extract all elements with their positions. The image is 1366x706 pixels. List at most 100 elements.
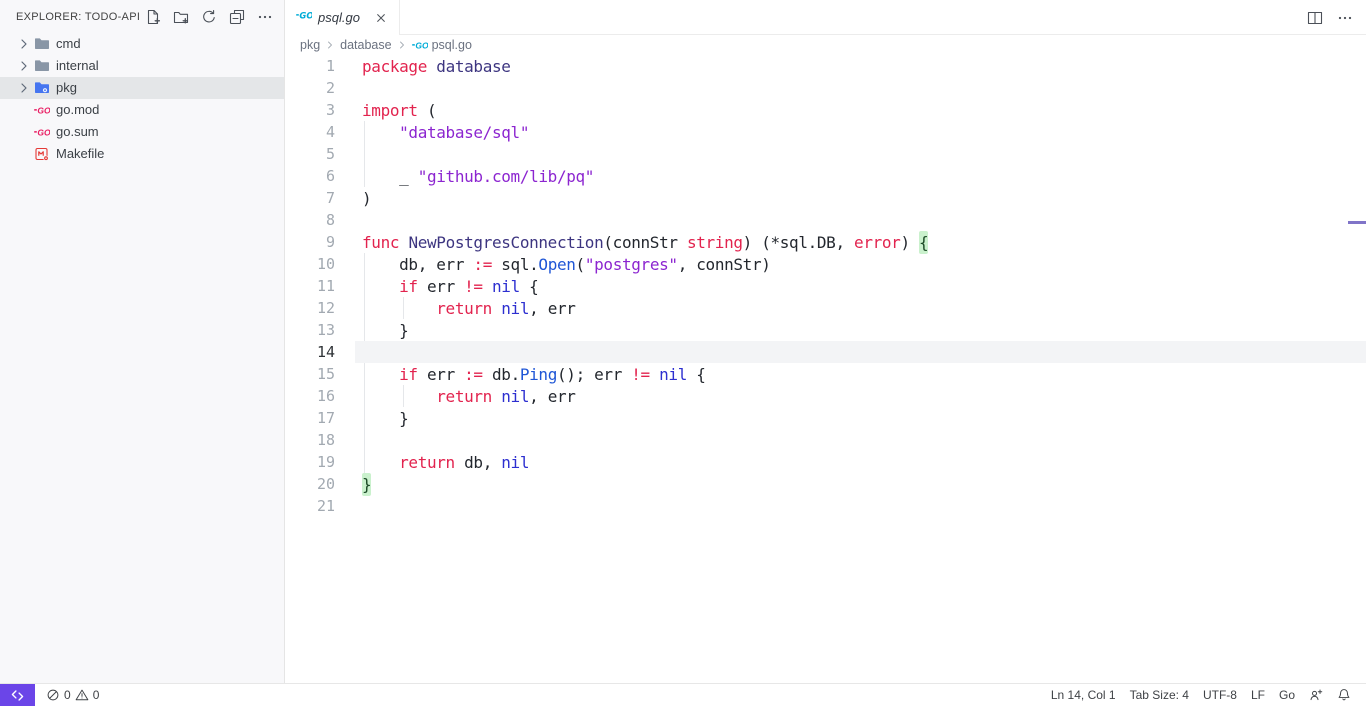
more-actions-icon bbox=[257, 9, 273, 25]
token: if bbox=[399, 277, 418, 296]
code-line-text: func NewPostgresConnection(connStr strin… bbox=[362, 233, 928, 252]
explorer-header: EXPLORER: TODO-API bbox=[0, 0, 284, 33]
breadcrumb-segment-pkg[interactable]: pkg bbox=[300, 38, 320, 52]
token: := bbox=[464, 365, 483, 384]
explorer-toolbar bbox=[144, 8, 274, 26]
token: error bbox=[854, 233, 900, 252]
svg-text:GO: GO bbox=[299, 11, 312, 21]
code-line-text: return db, nil bbox=[362, 453, 529, 472]
code-line-5: 5 bbox=[285, 143, 1366, 165]
tree-item-pkg[interactable]: pkg bbox=[0, 77, 284, 99]
status-label: Tab Size: 4 bbox=[1130, 688, 1189, 702]
tree-item-internal[interactable]: internal bbox=[0, 55, 284, 77]
code-line-text: return nil, err bbox=[362, 299, 576, 318]
explorer-more-actions-button[interactable] bbox=[256, 8, 274, 26]
collapse-folders-button[interactable] bbox=[228, 8, 246, 26]
code-line-1: 1package database bbox=[285, 55, 1366, 77]
tree-item-Makefile[interactable]: Makefile bbox=[0, 143, 284, 165]
status-tab-size[interactable]: Tab Size: 4 bbox=[1123, 688, 1196, 702]
token: err bbox=[418, 365, 464, 384]
go-file-icon: GO bbox=[296, 7, 312, 28]
token bbox=[492, 387, 501, 406]
token: (); err bbox=[557, 365, 631, 384]
token: nil bbox=[501, 453, 529, 472]
go-file-icon: GO bbox=[34, 124, 50, 140]
line-number: 6 bbox=[285, 167, 335, 185]
code-line-text: } bbox=[362, 409, 408, 428]
workbench: EXPLORER: TODO-API cmdinternalpkgGOgo.mo… bbox=[0, 0, 1366, 683]
new-folder-icon bbox=[173, 9, 189, 25]
new-folder-button[interactable] bbox=[172, 8, 190, 26]
code-line-text: if err := db.Ping(); err != nil { bbox=[362, 365, 706, 384]
refresh-explorer-button[interactable] bbox=[200, 8, 218, 26]
line-number: 15 bbox=[285, 365, 335, 383]
token: } bbox=[362, 321, 408, 340]
code-line-text: package database bbox=[362, 57, 511, 76]
editor-more-actions-button[interactable] bbox=[1336, 9, 1354, 27]
folder-icon bbox=[34, 36, 50, 52]
token: nil bbox=[501, 387, 529, 406]
token bbox=[362, 277, 399, 296]
token bbox=[427, 57, 436, 76]
breadcrumb-label: database bbox=[340, 38, 391, 52]
breadcrumb-separator-icon bbox=[396, 39, 408, 51]
tree-indent bbox=[16, 146, 32, 162]
token: ) (*sql.DB, bbox=[743, 233, 854, 252]
token: Ping bbox=[520, 365, 557, 384]
tree-item-label: cmd bbox=[56, 33, 81, 55]
status-label: Ln 14, Col 1 bbox=[1051, 688, 1116, 702]
breadcrumb: pkg database GOpsql.go bbox=[285, 35, 1366, 55]
tree-item-cmd[interactable]: cmd bbox=[0, 33, 284, 55]
split-editor-button[interactable] bbox=[1306, 9, 1324, 27]
remote-indicator[interactable] bbox=[0, 684, 35, 706]
status-feedback[interactable] bbox=[1302, 688, 1330, 702]
token: Open bbox=[538, 255, 575, 274]
overview-ruler-cursor bbox=[1348, 221, 1366, 224]
token bbox=[492, 299, 501, 318]
vscode-window: EXPLORER: TODO-API cmdinternalpkgGOgo.mo… bbox=[0, 0, 1366, 706]
status-cursor-position[interactable]: Ln 14, Col 1 bbox=[1044, 688, 1123, 702]
code-line-14: 14 bbox=[285, 341, 1366, 363]
token: package bbox=[362, 57, 427, 76]
code-line-text: return nil, err bbox=[362, 387, 576, 406]
code-line-4: 4 "database/sql" bbox=[285, 121, 1366, 143]
code-line-16: 16 return nil, err bbox=[285, 385, 1366, 407]
status-notifications[interactable] bbox=[1330, 688, 1358, 702]
tree-item-go.sum[interactable]: GOgo.sum bbox=[0, 121, 284, 143]
token: _ bbox=[362, 167, 418, 186]
line-number: 4 bbox=[285, 123, 335, 141]
token bbox=[362, 123, 399, 142]
code-line-text: } bbox=[362, 321, 408, 340]
problems-status[interactable]: 00 bbox=[39, 684, 106, 706]
code-editor[interactable]: 1package database23import (4 "database/s… bbox=[285, 55, 1366, 683]
token: ( bbox=[576, 255, 585, 274]
code-line-text: _ "github.com/lib/pq" bbox=[362, 167, 594, 186]
tree-item-label: Makefile bbox=[56, 143, 104, 165]
status-language-mode[interactable]: Go bbox=[1272, 688, 1302, 702]
status-end-of-line[interactable]: LF bbox=[1244, 688, 1272, 702]
breadcrumb-segment-database[interactable]: database bbox=[340, 38, 391, 52]
token: return bbox=[399, 453, 455, 472]
token bbox=[362, 453, 399, 472]
line-number: 9 bbox=[285, 233, 335, 251]
status-bar: 00 Ln 14, Col 1 Tab Size: 4 UTF-8LFGo bbox=[0, 683, 1366, 706]
package-folder-icon bbox=[34, 80, 50, 96]
breadcrumb-segment-psql.go[interactable]: GOpsql.go bbox=[412, 37, 472, 53]
new-file-icon bbox=[145, 9, 161, 25]
token: nil bbox=[659, 365, 687, 384]
tab-psql-go[interactable]: GO psql.go bbox=[285, 0, 400, 35]
line-number: 7 bbox=[285, 189, 335, 207]
status-encoding[interactable]: UTF-8 bbox=[1196, 688, 1244, 702]
go-file-icon: GO bbox=[34, 102, 50, 118]
line-number: 12 bbox=[285, 299, 335, 317]
code-line-19: 19 return db, nil bbox=[285, 451, 1366, 473]
token: != bbox=[464, 277, 483, 296]
new-file-button[interactable] bbox=[144, 8, 162, 26]
warning-icon bbox=[75, 688, 89, 702]
bell-icon bbox=[1337, 688, 1351, 702]
split-editor-icon bbox=[1307, 10, 1323, 26]
token: db, err bbox=[362, 255, 473, 274]
tree-item-go.mod[interactable]: GOgo.mod bbox=[0, 99, 284, 121]
chevron-right-icon bbox=[16, 58, 32, 74]
close-icon[interactable] bbox=[371, 8, 391, 28]
